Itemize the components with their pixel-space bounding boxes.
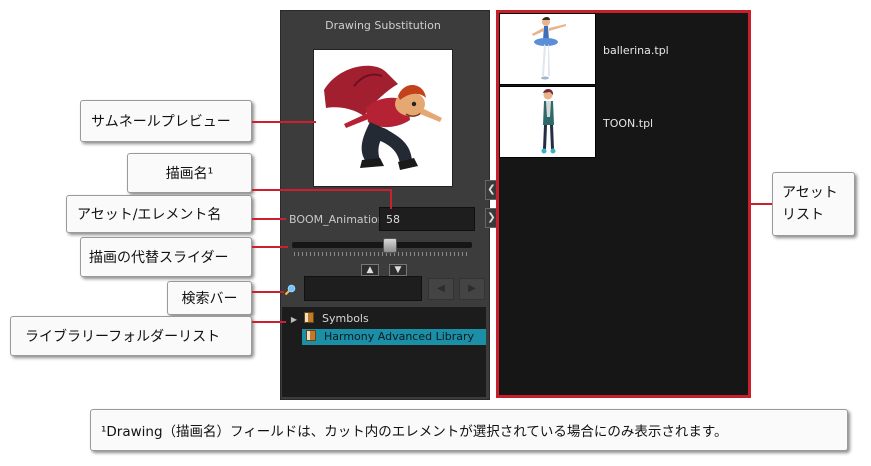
element-name-label: BOOM_Animation [289,213,385,226]
leader-line [751,203,773,205]
callout-text: 描画名¹ [165,166,214,182]
leader-line [252,321,286,323]
search-input[interactable] [304,276,422,301]
tree-item-harmony-advanced-library[interactable]: Harmony Advanced Library [302,329,486,345]
tree-item-label: Symbols [322,312,369,325]
library-book-icon [306,330,316,341]
leader-line [252,291,284,293]
callout-text: アセット/エレメント名 [77,207,222,223]
library-book-icon [304,312,314,323]
callout-library-folder-list: ライブラリーフォルダーリスト [10,316,252,356]
asset-thumbnail-ballerina[interactable] [499,13,596,85]
callout-text: サムネールプレビュー [91,114,231,130]
expand-arrow-icon[interactable]: ▶ [284,312,304,328]
callout-search-bar: 検索バー [167,281,252,315]
chevron-left-icon: ❮ [487,184,496,195]
callout-drawing-name: 描画名¹ [127,153,252,193]
callout-text: アセット [782,185,838,201]
search-next-button[interactable]: ▶ [459,278,485,300]
search-previous-button[interactable]: ◀ [428,278,454,300]
thumbnail-preview [313,49,453,187]
panel-title: Drawing Substitution [325,19,441,32]
character-thumbnail-image [324,65,442,170]
tree-item-label: Harmony Advanced Library [324,330,475,343]
triangle-left-icon: ◀ [437,283,445,294]
leader-line [252,121,316,123]
chevron-right-icon: ❯ [487,212,496,223]
triangle-right-icon: ▶ [468,283,476,294]
toon-image [541,89,556,154]
callout-text: リスト [782,207,824,223]
callout-text: ライブラリーフォルダーリスト [25,329,221,345]
asset-thumbnail-toon[interactable] [499,86,596,158]
drawing-name-field[interactable]: 58 [379,207,475,231]
magnifier-icon[interactable] [284,284,296,296]
leader-line [252,218,286,220]
substitution-slider-track[interactable] [292,242,472,248]
callout-text: 検索バー [181,291,238,307]
leader-line [252,189,392,191]
leader-line [390,189,392,209]
asset-name-ballerina[interactable]: ballerina.tpl [603,44,669,57]
callout-substitution-slider: 描画の代替スライダー [80,237,252,277]
chevron-up-icon: ▲ [366,265,374,275]
ballerina-image [532,17,566,80]
callout-text: 描画の代替スライダー [89,250,229,266]
footnote-text: ¹Drawing（描画名）フィールドは、カット内のエレメントが選択されている場合… [101,424,728,440]
chevron-down-icon: ▼ [394,265,402,275]
callout-asset-list: アセット リスト [772,172,855,236]
callout-thumbnail-preview: サムネールプレビュー [80,100,252,142]
callout-asset-element-name: アセット/エレメント名 [66,195,252,233]
tree-item-symbols[interactable]: ▶ Symbols [284,311,486,327]
slider-ticks [294,252,470,256]
asset-name-toon[interactable]: TOON.tpl [603,117,653,130]
leader-line [252,246,288,248]
collapse-down-button[interactable]: ▼ [389,264,407,276]
collapse-up-button[interactable]: ▲ [361,264,379,276]
substitution-slider-handle[interactable] [383,238,398,253]
footnote: ¹Drawing（描画名）フィールドは、カット内のエレメントが選択されている場合… [90,409,848,451]
